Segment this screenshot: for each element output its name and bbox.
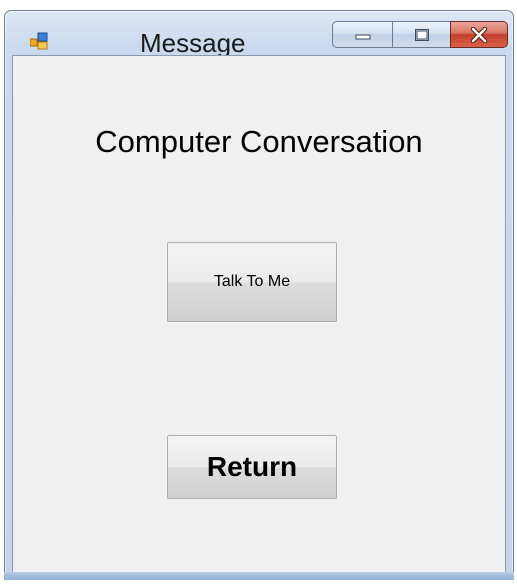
maximize-icon [413,28,431,42]
title-bar[interactable]: Message [5,11,513,58]
message-window: Message Computer Conversation Talk To Me… [4,10,514,580]
window-title: Message [140,28,246,58]
page-title: Computer Conversation [95,124,423,159]
caption-buttons [332,21,508,48]
return-button[interactable]: Return [167,435,337,499]
talk-to-me-button[interactable]: Talk To Me [167,242,337,322]
close-button[interactable] [450,21,508,48]
maximize-button[interactable] [392,21,450,48]
close-icon [469,26,489,43]
app-icon [29,32,50,50]
minimize-icon [354,29,372,41]
minimize-button[interactable] [332,21,392,48]
form-client-area: Computer Conversation Talk To Me Return [12,55,506,573]
taskbar-edge [4,572,514,580]
